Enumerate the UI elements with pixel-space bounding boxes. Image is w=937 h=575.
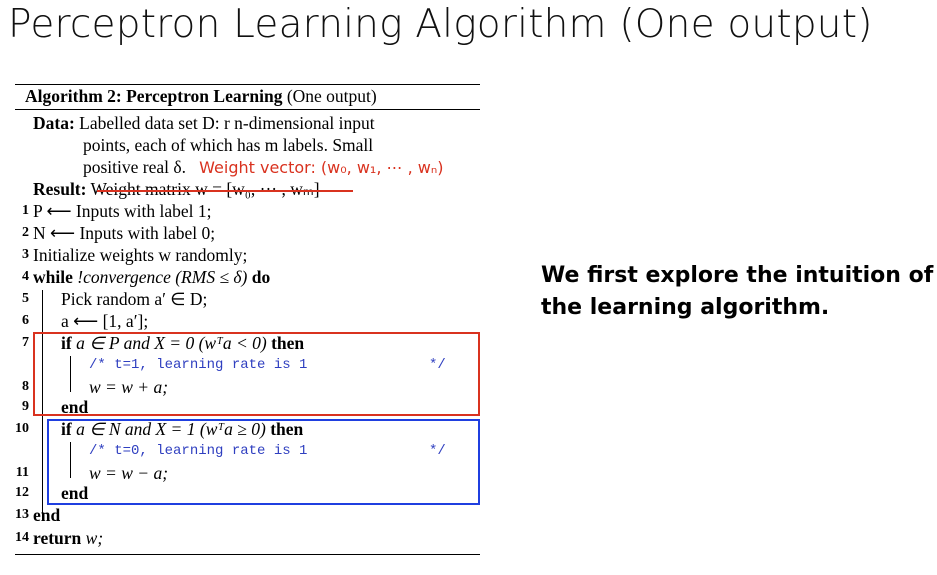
data-text-3: positive real δ. (83, 157, 187, 177)
caption-bold: Algorithm 2: Perceptron Learning (25, 86, 283, 106)
keyword-while: while (33, 267, 73, 287)
line-number: 3 (22, 247, 29, 262)
line-number: 13 (15, 507, 29, 522)
keyword-return: return (33, 528, 82, 548)
line-number: 10 (15, 421, 29, 436)
code-line-3: Initialize weights w randomly; (33, 245, 248, 265)
line-number: 5 (22, 291, 29, 306)
if-condition: a ∈ N and X = 1 (wᵀa ≥ 0) (71, 419, 271, 439)
caption-rest: (One output) (282, 86, 377, 106)
code-line-11: w = w − a; (89, 463, 169, 483)
data-text-1: Labelled data set D: r n-dimensional inp… (74, 113, 375, 133)
code-line-1: P ⟵ Inputs with label 1; (33, 201, 212, 221)
code-line-8: w = w + a; (89, 377, 169, 397)
code-line-12: end (61, 483, 89, 503)
line-number: 4 (22, 269, 29, 284)
data-label: Data: (33, 113, 75, 133)
line-number: 1 (22, 203, 29, 218)
code-line-2: N ⟵ Inputs with label 0; (33, 223, 216, 243)
code-line-10: if a ∈ N and X = 1 (wᵀa ≥ 0) then (61, 418, 303, 440)
result-label: Result: (33, 179, 87, 199)
keyword-then: then (271, 333, 305, 353)
caption-rule (15, 109, 480, 110)
line-number: 14 (15, 530, 29, 545)
data-line-1: Data: Labelled data set D: r n-dimension… (33, 112, 375, 134)
code-line-7: if a ∈ P and X = 0 (wᵀa < 0) then (61, 332, 304, 354)
result-line: Result: Weight matrix w = [w₀, ··· , wₘ] (33, 178, 320, 200)
keyword-then: then (270, 419, 304, 439)
comment-line: /* t=0, learning rate is 1 (89, 443, 308, 459)
line-number: 12 (15, 485, 29, 500)
code-line-14: return w; (33, 527, 103, 549)
comment-end: */ (429, 357, 446, 373)
code-line-5: Pick random a′ ∈ D; (61, 289, 208, 309)
if-condition: a ∈ P and X = 0 (wᵀa < 0) (71, 333, 272, 353)
code-line-13: end (33, 505, 61, 525)
keyword-if: if (61, 419, 72, 439)
if-scope-bar (70, 356, 71, 392)
keyword-do: do (251, 267, 271, 287)
data-line-2: points, each of which has m labels. Smal… (83, 135, 374, 155)
line-number: 11 (15, 465, 29, 480)
line-number: 8 (22, 379, 29, 394)
slide-title: Perceptron Learning Algorithm (One outpu… (8, 2, 873, 47)
data-line-3: positive real δ. Weight vector: (w₀, w₁,… (83, 156, 443, 179)
keyword-if: if (61, 333, 72, 353)
code-line-9: end (61, 397, 89, 417)
result-text: Weight matrix w = [w₀, ··· , wₘ] (86, 179, 320, 199)
return-value: w; (81, 528, 104, 548)
comment-end: */ (429, 443, 446, 459)
code-line-4: while !convergence (RMS ≤ δ) do (33, 266, 270, 288)
algorithm-block: Algorithm 2: Perceptron Learning (One ou… (15, 84, 480, 556)
algorithm-caption: Algorithm 2: Perceptron Learning (One ou… (25, 85, 377, 107)
comment-line: /* t=1, learning rate is 1 (89, 357, 308, 373)
while-condition: !convergence (RMS ≤ δ) (72, 267, 252, 287)
line-number: 9 (22, 399, 29, 414)
line-number: 6 (22, 313, 29, 328)
intuition-text: We first explore the intuition of the le… (541, 263, 934, 320)
line-number: 7 (22, 335, 29, 350)
weight-vector-note: Weight vector: (w₀, w₁, ⋯ , wₙ) (199, 158, 444, 177)
bottom-rule (15, 554, 480, 555)
code-line-6: a ⟵ [1, a′]; (61, 311, 149, 331)
result-strikethrough (97, 190, 353, 192)
line-number: 2 (22, 225, 29, 240)
if-scope-bar (70, 442, 71, 478)
